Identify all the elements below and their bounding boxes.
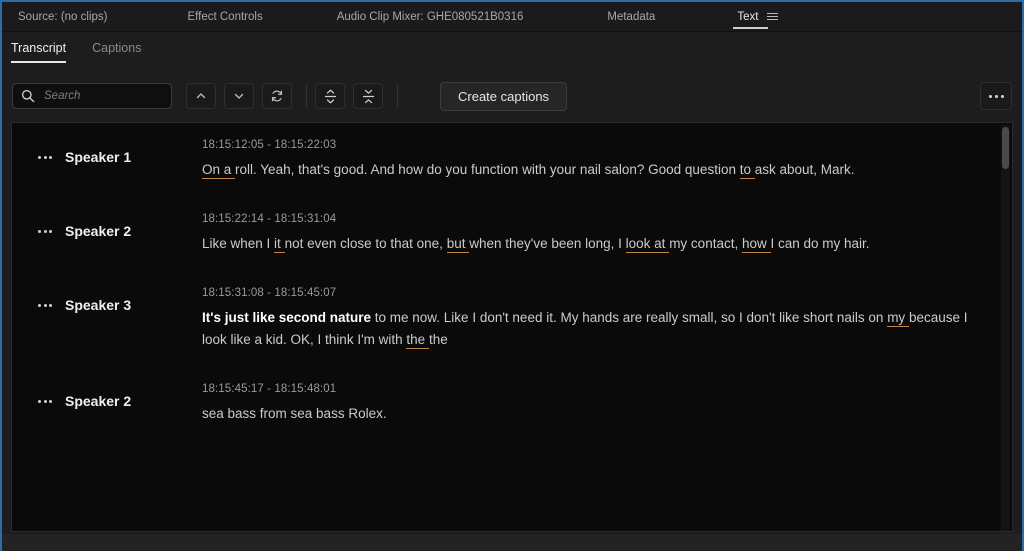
speaker-options-icon[interactable]: [38, 393, 52, 403]
speaker-options-icon[interactable]: [38, 297, 52, 307]
speaker-options-icon[interactable]: [38, 223, 52, 233]
tab-transcript-label: Transcript: [11, 41, 67, 55]
expand-all-icon: [323, 89, 338, 104]
entry-timecode: 18:15:12:05 - 18:15:22:03: [202, 139, 337, 151]
window-bottom-strip: [0, 534, 1024, 551]
transcript-entry-partial: [12, 441, 1012, 473]
tab-transcript-underline: [11, 61, 67, 63]
speaker-name[interactable]: Speaker 2: [65, 223, 131, 239]
transcript-entry[interactable]: Speaker 1 18:15:12:05 - 18:15:22:03 On a r…: [12, 123, 1012, 197]
entry-timecode: 18:15:45:17 - 18:15:48:01: [202, 383, 337, 395]
refresh-transcript-button[interactable]: [262, 83, 292, 109]
entry-timecode: 18:15:31:08 - 18:15:45:07: [202, 287, 337, 299]
transcript-entry[interactable]: Speaker 2 18:15:22:14 - 18:15:31:04 Like w…: [12, 197, 1012, 271]
panel-tab-source-label: Source: (no clips): [18, 10, 108, 23]
create-captions-button[interactable]: Create captions: [440, 81, 568, 111]
transcript-scrollbar-thumb[interactable]: [1002, 127, 1009, 169]
text-segment-underlined: but: [446, 236, 470, 253]
panel-tab-effect-controls[interactable]: Effect Controls: [181, 2, 268, 32]
text-segment-underlined: it: [274, 236, 285, 253]
transcript-scroll-area[interactable]: Speaker 1 18:15:12:05 - 18:15:22:03 On a r…: [12, 123, 1012, 531]
search-box[interactable]: [12, 83, 200, 109]
entry-body: 18:15:12:05 - 18:15:22:03 On a roll. Yeah…: [202, 139, 1012, 181]
text-segment: I can do my hair.: [770, 236, 870, 251]
text-segment-underlined: look at: [625, 236, 670, 253]
text-segment: not even close to that one,: [284, 236, 447, 251]
speaker-name[interactable]: Speaker 1: [65, 149, 131, 165]
search-prev-button[interactable]: [186, 83, 216, 109]
panel-tab-audio-clip-mixer-label: Audio Clip Mixer: GHE080521B0316: [336, 10, 524, 23]
active-panel-accent-top: [0, 0, 1024, 2]
more-options-icon-dot: [994, 94, 998, 98]
entry-body: 18:15:45:17 - 18:15:48:01 sea bass from s…: [202, 383, 1012, 425]
chevron-up-icon: [195, 90, 207, 102]
panel-tab-source[interactable]: Source: (no clips): [12, 2, 113, 32]
tab-captions-label: Captions: [92, 41, 142, 55]
panel-tab-metadata[interactable]: Metadata: [601, 2, 661, 32]
entry-body: 18:15:31:08 - 18:15:45:07 It's just like …: [202, 287, 1012, 351]
tab-captions[interactable]: Captions: [92, 32, 141, 64]
text-segment: ask about, Mark.: [754, 162, 855, 177]
text-segment-underlined: On a: [202, 162, 236, 179]
text-segment: roll. Yeah, that's good. And how do you …: [235, 162, 740, 177]
text-segment: sea bass from sea bass Rolex.: [202, 406, 387, 421]
text-segment: when they've been long, I: [469, 236, 626, 251]
entry-body: 18:15:22:14 - 18:15:31:04 Like when I it …: [202, 213, 1012, 255]
search-input[interactable]: [44, 90, 200, 102]
speaker-column: Speaker 2: [12, 383, 202, 425]
collapse-all-button[interactable]: [353, 83, 383, 109]
panel-tab-bar: Source: (no clips) Effect Controls Audio…: [0, 2, 1024, 32]
panel-tab-metadata-label: Metadata: [607, 10, 656, 23]
transcript-list[interactable]: Speaker 1 18:15:12:05 - 18:15:22:03 On a r…: [11, 122, 1013, 532]
more-options-icon-dot: [988, 94, 992, 98]
text-segment-underlined: to: [739, 162, 755, 179]
entry-text[interactable]: sea bass from sea bass Rolex.: [202, 403, 984, 425]
text-segment-underlined: my: [887, 310, 909, 327]
speaker-column: Speaker 1: [12, 139, 202, 181]
toolbar-divider-1: [306, 84, 307, 108]
entry-text[interactable]: Like when I it not even close to that on…: [202, 233, 984, 255]
entry-text[interactable]: It's just like second nature to me now. …: [202, 307, 984, 351]
panel-tab-audio-clip-mixer[interactable]: Audio Clip Mixer: GHE080521B0316: [331, 2, 530, 32]
speaker-column: Speaker 3: [12, 287, 202, 351]
more-options-icon-dot: [1000, 94, 1004, 98]
transcript-entry[interactable]: Speaker 2 18:15:45:17 - 18:15:48:01 sea ba…: [12, 367, 1012, 441]
text-segment-highlighted: It's just like second nature: [202, 310, 372, 325]
text-segment: my contact,: [669, 236, 742, 251]
speaker-name[interactable]: Speaker 2: [65, 393, 131, 409]
refresh-icon: [270, 89, 284, 103]
speaker-column: Speaker 2: [12, 213, 202, 255]
tab-transcript[interactable]: Transcript: [11, 32, 67, 64]
text-panel-window: Source: (no clips) Effect Controls Audio…: [0, 0, 1024, 551]
panel-tab-text[interactable]: Text: [731, 2, 784, 32]
active-panel-accent-left: [0, 0, 2, 551]
search-icon: [21, 89, 35, 103]
text-segment: Like when I: [202, 236, 275, 251]
panel-tab-text-underline: [733, 26, 769, 29]
text-segment: the: [428, 332, 448, 347]
toolbar-divider-2: [397, 84, 398, 108]
search-next-button[interactable]: [224, 83, 254, 109]
chevron-down-icon: [233, 90, 245, 102]
speaker-name[interactable]: Speaker 3: [65, 297, 131, 313]
speaker-options-icon[interactable]: [38, 149, 52, 159]
transcript-scrollbar[interactable]: [1001, 125, 1010, 531]
collapse-all-icon: [361, 89, 376, 104]
entry-timecode: 18:15:22:14 - 18:15:31:04: [202, 213, 337, 225]
sub-tab-bar: Transcript Captions: [0, 32, 1024, 64]
entry-text[interactable]: On a roll. Yeah, that's good. And how do…: [202, 159, 984, 181]
text-segment-underlined: how: [741, 236, 771, 253]
transcript-toolbar: Create captions: [0, 72, 1024, 120]
text-segment: to me now. Like I don't need it. My hand…: [371, 310, 888, 325]
panel-tab-text-label: Text: [737, 10, 759, 23]
panel-tab-effect-controls-label: Effect Controls: [187, 10, 263, 23]
more-options-button[interactable]: [980, 82, 1012, 110]
transcript-entry[interactable]: Speaker 3 18:15:31:08 - 18:15:45:07 It's j…: [12, 271, 1012, 367]
hamburger-menu-icon[interactable]: [767, 13, 779, 20]
text-segment-underlined: the: [406, 332, 429, 349]
expand-all-button[interactable]: [315, 83, 345, 109]
